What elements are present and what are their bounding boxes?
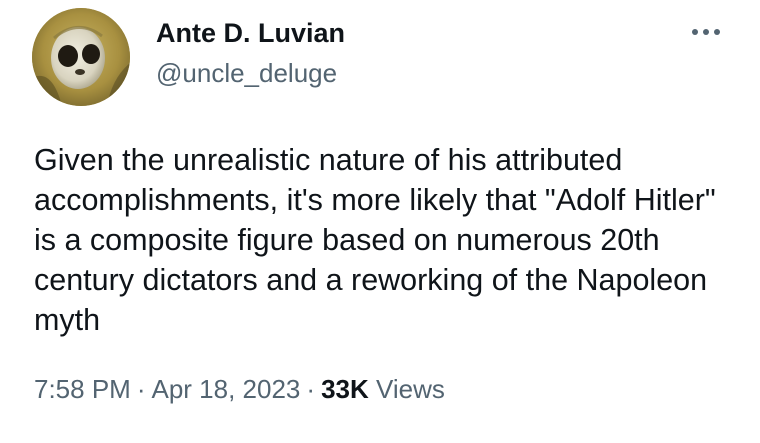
author-display-name[interactable]: Ante D. Luvian	[156, 16, 345, 50]
views-count: 33K	[321, 374, 369, 404]
meta-separator: ·	[306, 374, 316, 404]
tweet-date[interactable]: Apr 18, 2023	[152, 374, 301, 404]
tweet-text: Given the unrealistic nature of his attr…	[34, 143, 716, 337]
tweet-meta: 7:58 PM · Apr 18, 2023 · 33K Views	[34, 371, 445, 407]
avatar[interactable]	[32, 8, 130, 106]
views-label: Views	[376, 374, 445, 404]
avatar-image	[32, 8, 130, 106]
tweet-card: Ante D. Luvian @uncle_deluge Given the u…	[0, 0, 760, 443]
meta-separator: ·	[136, 374, 146, 404]
views-link[interactable]: 33K Views	[321, 374, 445, 404]
tweet-time[interactable]: 7:58 PM	[34, 374, 131, 404]
author-handle[interactable]: @uncle_deluge	[156, 56, 337, 90]
more-options-icon[interactable]	[684, 22, 728, 42]
